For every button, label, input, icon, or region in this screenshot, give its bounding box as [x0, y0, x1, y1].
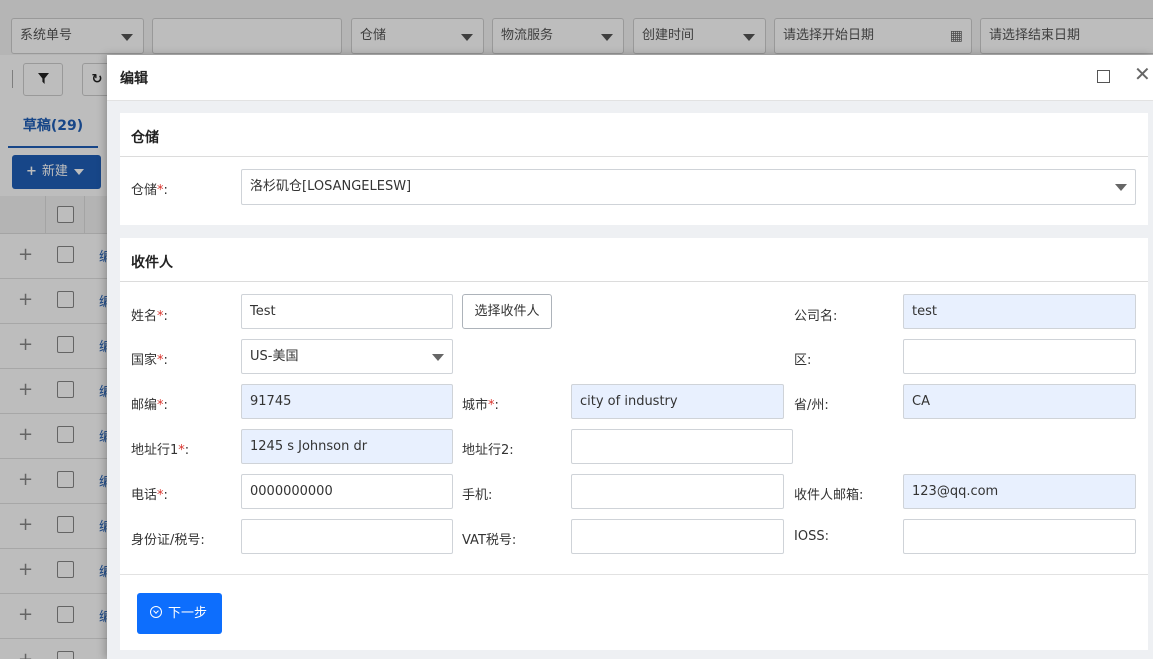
mobile-label: 手机:: [462, 488, 493, 503]
phone-input[interactable]: 0000000000: [241, 474, 453, 509]
id-tax-label-text: 身份证/税号: [131, 533, 201, 548]
address1-input-value: 1245 s Johnson dr: [250, 439, 368, 454]
warehouse-label-text: 仓储: [131, 183, 158, 198]
next-step-label: 下一步: [168, 606, 208, 621]
address2-label-text: 地址行2: [462, 443, 510, 458]
address1-label: 地址行1*:: [131, 443, 190, 458]
required-mark: *: [157, 488, 164, 503]
warehouse-select[interactable]: 洛杉矶仓[LOSANGELESW]: [241, 169, 1136, 205]
id-tax-input[interactable]: [241, 519, 453, 554]
required-mark: *: [178, 443, 185, 458]
id-tax-label: 身份证/税号:: [131, 533, 205, 548]
chevron-down-icon: [432, 354, 444, 361]
phone-label-text: 电话: [131, 488, 158, 503]
maximize-icon[interactable]: [1097, 70, 1110, 83]
city-input[interactable]: city of industry: [571, 384, 784, 419]
email-label: 收件人邮箱:: [794, 488, 864, 503]
warehouse-select-value: 洛杉矶仓[LOSANGELESW]: [250, 179, 412, 194]
name-input[interactable]: Test: [241, 294, 453, 329]
address2-input[interactable]: [571, 429, 793, 464]
warehouse-label: 仓储*:: [131, 183, 168, 198]
ioss-label: IOSS:: [794, 529, 829, 544]
state-label-text: 省/州: [794, 398, 825, 413]
city-input-value: city of industry: [580, 394, 678, 409]
district-label-text: 区: [794, 353, 808, 368]
country-select-value: US-美国: [250, 349, 299, 364]
name-input-value: Test: [250, 304, 276, 319]
state-input[interactable]: CA: [903, 384, 1136, 419]
edit-modal: 编辑 ✕ 仓储 仓储*: 洛杉矶仓[LOSANGELESW] 收件人 姓名*: …: [107, 55, 1153, 659]
name-label: 姓名*:: [131, 309, 168, 324]
required-mark: *: [157, 183, 164, 198]
vat-input[interactable]: [571, 519, 784, 554]
chevron-down-icon: [1115, 184, 1127, 191]
company-label-text: 公司名: [794, 309, 834, 324]
email-input[interactable]: 123@qq.com: [903, 474, 1136, 509]
zip-label: 邮编*:: [131, 398, 168, 413]
mobile-input[interactable]: [571, 474, 784, 509]
address1-input[interactable]: 1245 s Johnson dr: [241, 429, 453, 464]
ioss-input[interactable]: [903, 519, 1136, 554]
country-select[interactable]: US-美国: [241, 339, 453, 374]
mobile-label-text: 手机: [462, 488, 489, 503]
ioss-label-text: IOSS: [794, 529, 825, 544]
recipient-section-title: 收件人: [131, 255, 173, 271]
zip-label-text: 邮编: [131, 398, 158, 413]
city-label-text: 城市: [462, 398, 489, 413]
city-label: 城市*:: [462, 398, 499, 413]
phone-label: 电话*:: [131, 488, 168, 503]
section-divider: [120, 281, 1148, 282]
required-mark: *: [157, 309, 164, 324]
name-label-text: 姓名: [131, 309, 158, 324]
company-input-value: test: [912, 304, 937, 319]
phone-input-value: 0000000000: [250, 484, 333, 499]
warehouse-panel: 仓储 仓储*: 洛杉矶仓[LOSANGELESW]: [120, 113, 1148, 225]
warehouse-section-title: 仓储: [131, 130, 159, 146]
district-label: 区:: [794, 353, 812, 368]
close-icon[interactable]: ✕: [1134, 64, 1151, 84]
company-input[interactable]: test: [903, 294, 1136, 329]
required-mark: *: [157, 353, 164, 368]
select-recipient-button[interactable]: 选择收件人: [462, 294, 552, 329]
state-label: 省/州:: [794, 398, 829, 413]
zip-input-value: 91745: [250, 394, 292, 409]
modal-header: 编辑 ✕: [107, 55, 1153, 101]
next-step-button[interactable]: 下一步: [137, 593, 222, 634]
address2-label: 地址行2:: [462, 443, 514, 458]
zip-input[interactable]: 91745: [241, 384, 453, 419]
vat-label-text: VAT税号: [462, 533, 512, 548]
modal-footer: 下一步: [120, 574, 1148, 650]
country-label-text: 国家: [131, 353, 158, 368]
section-divider: [120, 156, 1148, 157]
arrow-down-circle-icon: [150, 606, 162, 618]
modal-title: 编辑: [120, 71, 148, 87]
company-label: 公司名:: [794, 309, 838, 324]
district-input[interactable]: [903, 339, 1136, 374]
required-mark: *: [157, 398, 164, 413]
vat-label: VAT税号:: [462, 533, 517, 548]
required-mark: *: [488, 398, 495, 413]
recipient-panel: 收件人 姓名*: Test 选择收件人 公司名: test 国家*: US-美国…: [120, 238, 1148, 575]
state-input-value: CA: [912, 394, 930, 409]
country-label: 国家*:: [131, 353, 168, 368]
address1-label-text: 地址行1: [131, 443, 179, 458]
email-label-text: 收件人邮箱: [794, 488, 860, 503]
email-input-value: 123@qq.com: [912, 484, 999, 499]
